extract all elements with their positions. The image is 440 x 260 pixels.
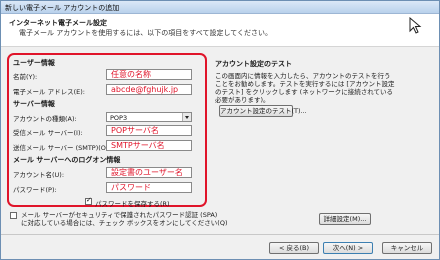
footer-divider (1, 234, 439, 235)
spa-note: メール サーバーがセキュリティで保護されたパスワード認証 (SPA) に対応して… (21, 211, 227, 227)
account-name-input[interactable]: 設定書のユーザー名 (106, 167, 192, 178)
chevron-down-icon[interactable] (182, 113, 191, 121)
outgoing-server-input[interactable]: SMTPサーバ名 (106, 140, 192, 151)
mouse-cursor-icon (409, 17, 422, 34)
login-info-heading: メール サーバーへのログオン情報 (13, 156, 121, 164)
outgoing-server-value: SMTPサーバ名 (111, 141, 165, 150)
password-label: パスワード(P): (13, 186, 57, 194)
server-info-heading: サーバー情報 (13, 100, 55, 108)
email-label: 電子メール アドレス(E): (13, 88, 85, 96)
spa-line-1: メール サーバーがセキュリティで保護されたパスワード認証 (SPA) (21, 211, 218, 219)
more-settings-button[interactable]: 詳細設定(M)... (319, 213, 371, 225)
dialog-window: 新しい電子メール アカウントの追加 インターネット電子メール設定 電子メール ア… (0, 0, 440, 260)
next-button[interactable]: 次へ(N) > (323, 242, 373, 254)
password-value: パスワード (111, 183, 151, 192)
name-input[interactable]: 任意の名称 (106, 69, 192, 80)
user-info-heading: ユーザー情報 (13, 59, 55, 67)
remember-password-checkbox[interactable] (85, 196, 92, 205)
name-value: 任意の名称 (111, 70, 151, 79)
spa-line-2: に対応している場合には、チェック ボックスをオンにしてください(Q) (21, 219, 228, 227)
test-heading: アカウント設定のテスト (215, 60, 292, 68)
password-input[interactable]: パスワード (106, 182, 192, 193)
header-title: インターネット電子メール設定 (9, 19, 107, 27)
account-name-value: 設定書のユーザー名 (111, 168, 183, 177)
account-type-label: アカウントの種類(A): (13, 115, 77, 123)
account-name-label: アカウント名(U): (13, 171, 65, 179)
email-input[interactable]: abcde@fghujk.jp (106, 84, 192, 95)
test-account-button[interactable]: アカウント設定のテスト(T)... (219, 105, 307, 117)
cancel-button[interactable]: キャンセル (382, 242, 432, 254)
name-label: 名前(Y): (13, 73, 38, 81)
account-type-value: POP3 (110, 114, 128, 122)
header-subtitle: 電子メール アカウントを使用するには、以下の項目をすべて設定してください。 (19, 29, 273, 37)
incoming-server-value: POPサーバ名 (111, 126, 159, 135)
window-title: 新しい電子メール アカウントの追加 (5, 4, 120, 12)
email-value: abcde@fghujk.jp (111, 85, 179, 94)
outgoing-server-label: 送信メール サーバー (SMTP)(O): (13, 144, 111, 152)
incoming-server-label: 受信メール サーバー(I): (13, 129, 83, 137)
dialog-header: インターネット電子メール設定 電子メール アカウントを使用するには、以下の項目を… (1, 14, 439, 47)
account-type-select[interactable]: POP3 (106, 112, 192, 122)
back-button[interactable]: < 戻る(B) (269, 242, 319, 254)
title-bar: 新しい電子メール アカウントの追加 (1, 1, 439, 14)
test-description: この画面内に情報を入力したら、アカウントのテストを行うことをお勧めします。テスト… (215, 72, 395, 104)
incoming-server-input[interactable]: POPサーバ名 (106, 125, 192, 136)
remember-password-label: パスワードを保存する(R) (95, 200, 170, 208)
spa-checkbox[interactable] (10, 212, 17, 219)
